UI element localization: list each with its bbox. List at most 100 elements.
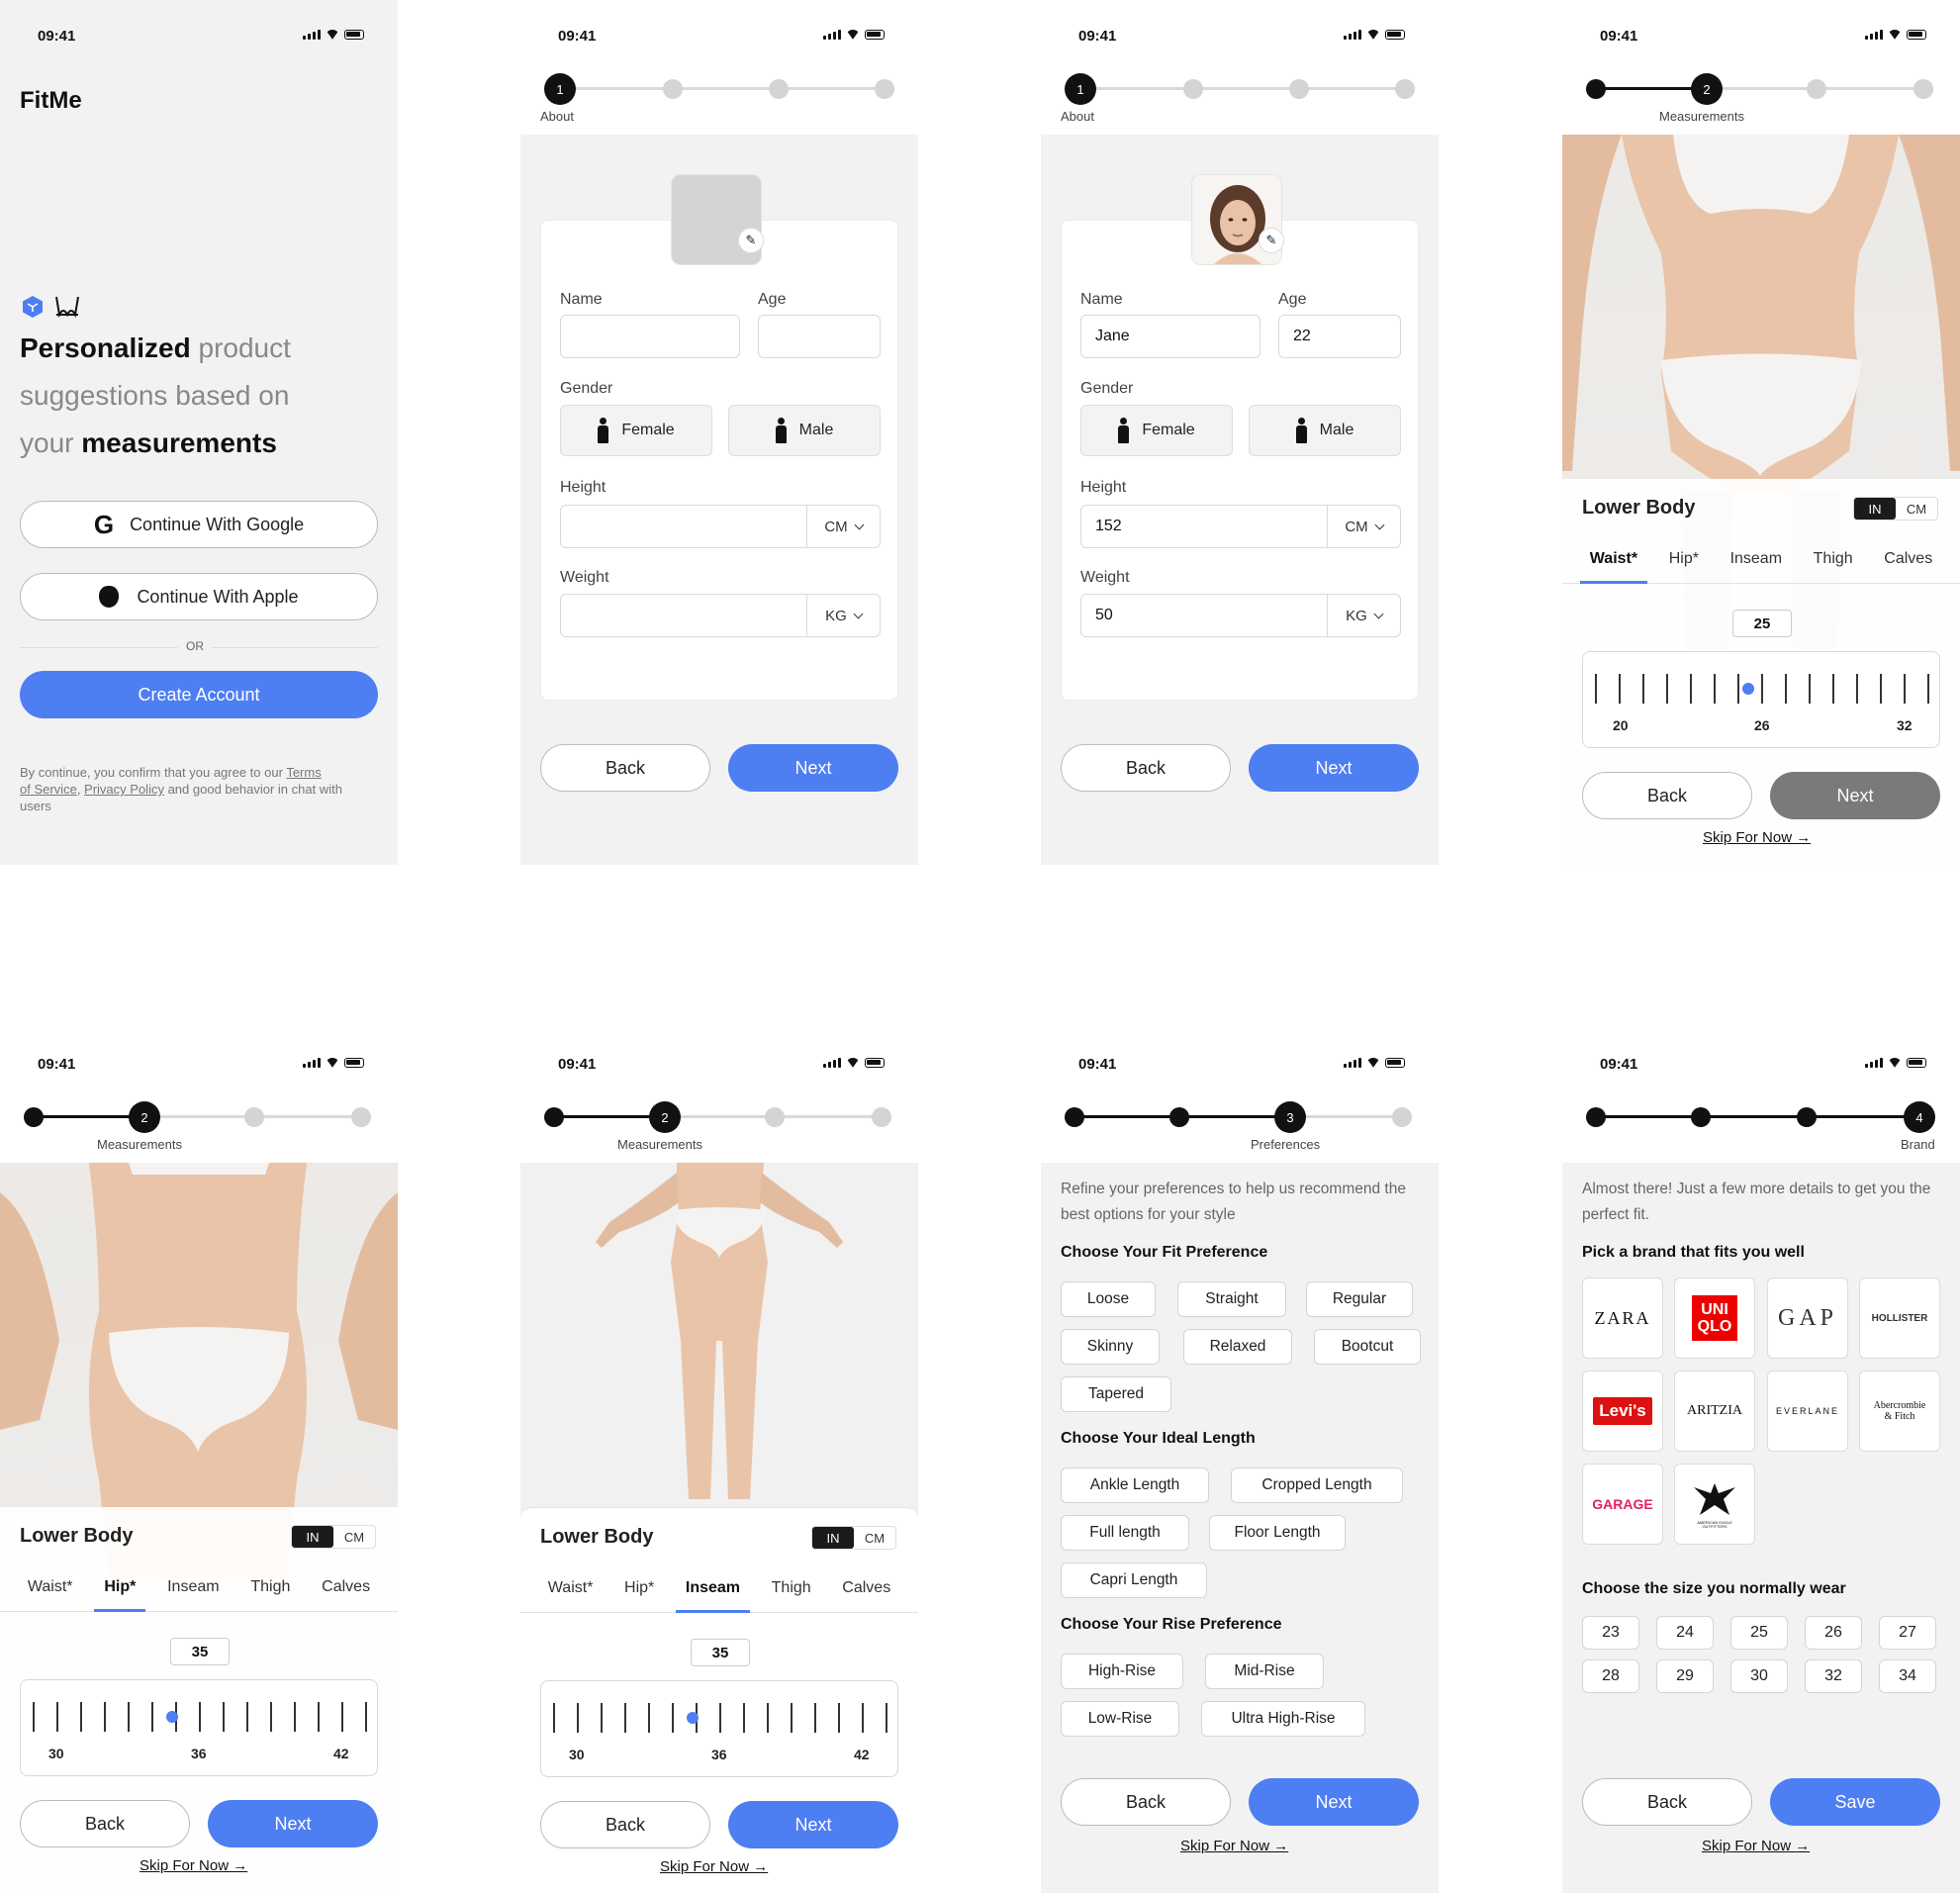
unit-in[interactable]: IN — [292, 1526, 333, 1548]
next-button[interactable]: Next — [1249, 744, 1419, 792]
size-option[interactable]: 29 — [1656, 1659, 1714, 1693]
length-chip-cropped[interactable]: Cropped Length — [1231, 1467, 1403, 1503]
edit-pencil-icon[interactable]: ✎ — [1259, 228, 1284, 253]
brand-aritzia[interactable]: ARITZIA — [1674, 1371, 1755, 1452]
brand-uniqlo[interactable]: UNI QLO — [1674, 1278, 1755, 1359]
tab-calves[interactable]: Calves — [312, 1562, 380, 1611]
skip-link[interactable]: Skip For Now → — [1180, 1838, 1288, 1854]
measure-ruler[interactable]: 30 36 42 — [540, 1680, 898, 1777]
length-chip-ankle[interactable]: Ankle Length — [1061, 1467, 1209, 1503]
skip-link[interactable]: Skip For Now → — [140, 1857, 247, 1874]
height-unit-select[interactable]: CM — [806, 506, 880, 547]
back-button[interactable]: Back — [1061, 1778, 1231, 1826]
fit-chip-regular[interactable]: Regular — [1306, 1281, 1413, 1317]
tab-hip[interactable]: Hip* — [1659, 534, 1709, 583]
weight-unit-select[interactable]: KG — [1327, 595, 1400, 636]
size-option[interactable]: 26 — [1805, 1616, 1862, 1650]
brand-zara[interactable]: ZARA — [1582, 1278, 1663, 1359]
tab-waist[interactable]: Waist* — [18, 1562, 83, 1611]
unit-toggle[interactable]: IN CM — [1853, 497, 1938, 521]
back-button[interactable]: Back — [540, 744, 710, 792]
age-field[interactable] — [758, 315, 881, 358]
ruler-selected-dot[interactable] — [687, 1712, 700, 1724]
size-option[interactable]: 27 — [1879, 1616, 1936, 1650]
size-option[interactable]: 23 — [1582, 1616, 1639, 1650]
tab-calves[interactable]: Calves — [1874, 534, 1942, 583]
unit-in[interactable]: IN — [812, 1527, 854, 1549]
name-field[interactable]: Jane — [1080, 315, 1260, 358]
weight-field[interactable]: 50 KG — [1080, 594, 1401, 637]
unit-cm[interactable]: CM — [1896, 498, 1937, 520]
back-button[interactable]: Back — [540, 1801, 710, 1848]
continue-apple-button[interactable]: Continue With Apple — [20, 573, 378, 620]
male-option[interactable]: Male — [1249, 405, 1401, 456]
fit-chip-skinny[interactable]: Skinny — [1061, 1329, 1160, 1365]
tab-inseam[interactable]: Inseam — [157, 1562, 229, 1611]
continue-google-button[interactable]: G Continue With Google — [20, 501, 378, 548]
height-field[interactable]: CM — [560, 505, 881, 548]
size-option[interactable]: 25 — [1730, 1616, 1788, 1650]
male-option[interactable]: Male — [728, 405, 881, 456]
size-option[interactable]: 34 — [1879, 1659, 1936, 1693]
brand-everlane[interactable]: EVERLANE — [1767, 1371, 1848, 1452]
height-field[interactable]: 152 CM — [1080, 505, 1401, 548]
ruler-selected-dot[interactable] — [1741, 683, 1754, 695]
unit-cm[interactable]: CM — [854, 1527, 895, 1549]
next-button[interactable]: Next — [728, 1801, 898, 1848]
rise-chip-ultra-high[interactable]: Ultra High-Rise — [1201, 1701, 1365, 1737]
age-field[interactable]: 22 — [1278, 315, 1401, 358]
fit-chip-tapered[interactable]: Tapered — [1061, 1376, 1171, 1412]
rise-chip-mid[interactable]: Mid-Rise — [1205, 1654, 1324, 1689]
back-button[interactable]: Back — [1582, 1778, 1752, 1826]
rise-chip-low[interactable]: Low-Rise — [1061, 1701, 1179, 1737]
tab-thigh[interactable]: Thigh — [762, 1563, 821, 1612]
length-chip-capri[interactable]: Capri Length — [1061, 1562, 1207, 1598]
tab-waist[interactable]: Waist* — [538, 1563, 604, 1612]
brand-garage[interactable]: GARAGE — [1582, 1464, 1663, 1545]
weight-field[interactable]: KG — [560, 594, 881, 637]
tab-inseam[interactable]: Inseam — [1721, 534, 1792, 583]
edit-pencil-icon[interactable]: ✎ — [738, 228, 764, 253]
female-option[interactable]: Female — [560, 405, 712, 456]
ruler-selected-dot[interactable] — [166, 1711, 179, 1723]
tab-hip[interactable]: Hip* — [94, 1562, 146, 1612]
unit-toggle[interactable]: IN CM — [291, 1525, 376, 1549]
unit-cm[interactable]: CM — [333, 1526, 375, 1548]
skip-link[interactable]: Skip For Now → — [1702, 1838, 1810, 1854]
fit-chip-straight[interactable]: Straight — [1177, 1281, 1286, 1317]
measure-ruler[interactable]: 20 26 32 — [1582, 651, 1940, 748]
name-field[interactable] — [560, 315, 740, 358]
tab-inseam[interactable]: Inseam — [675, 1563, 751, 1613]
brand-hollister[interactable]: HOLLISTER — [1859, 1278, 1940, 1359]
measure-ruler[interactable]: 30 36 42 — [20, 1679, 378, 1776]
unit-in[interactable]: IN — [1854, 498, 1896, 520]
unit-toggle[interactable]: IN CM — [811, 1526, 896, 1550]
next-button[interactable]: Next — [208, 1800, 378, 1847]
tab-waist[interactable]: Waist* — [1579, 534, 1648, 584]
skip-link[interactable]: Skip For Now → — [1703, 829, 1811, 846]
weight-unit-select[interactable]: KG — [806, 595, 880, 636]
female-option[interactable]: Female — [1080, 405, 1233, 456]
tab-hip[interactable]: Hip* — [614, 1563, 664, 1612]
fit-chip-relaxed[interactable]: Relaxed — [1183, 1329, 1292, 1365]
tab-calves[interactable]: Calves — [832, 1563, 900, 1612]
back-button[interactable]: Back — [1061, 744, 1231, 792]
size-option[interactable]: 24 — [1656, 1616, 1714, 1650]
back-button[interactable]: Back — [1582, 772, 1752, 819]
fit-chip-bootcut[interactable]: Bootcut — [1314, 1329, 1421, 1365]
next-button[interactable]: Next — [728, 744, 898, 792]
fit-chip-loose[interactable]: Loose — [1061, 1281, 1156, 1317]
rise-chip-high[interactable]: High-Rise — [1061, 1654, 1183, 1689]
size-option[interactable]: 28 — [1582, 1659, 1639, 1693]
save-button[interactable]: Save — [1770, 1778, 1940, 1826]
length-chip-full[interactable]: Full length — [1061, 1515, 1189, 1551]
brand-abercrombie[interactable]: Abercrombie & Fitch — [1859, 1371, 1940, 1452]
back-button[interactable]: Back — [20, 1800, 190, 1847]
skip-link[interactable]: Skip For Now → — [660, 1858, 768, 1875]
tab-thigh[interactable]: Thigh — [240, 1562, 300, 1611]
size-option[interactable]: 30 — [1730, 1659, 1788, 1693]
length-chip-floor[interactable]: Floor Length — [1209, 1515, 1346, 1551]
brand-gap[interactable]: GAP — [1767, 1278, 1848, 1359]
brand-american-eagle[interactable]: AMERICAN EAGLE OUTFITTERS — [1674, 1464, 1755, 1545]
create-account-button[interactable]: Create Account — [20, 671, 378, 718]
